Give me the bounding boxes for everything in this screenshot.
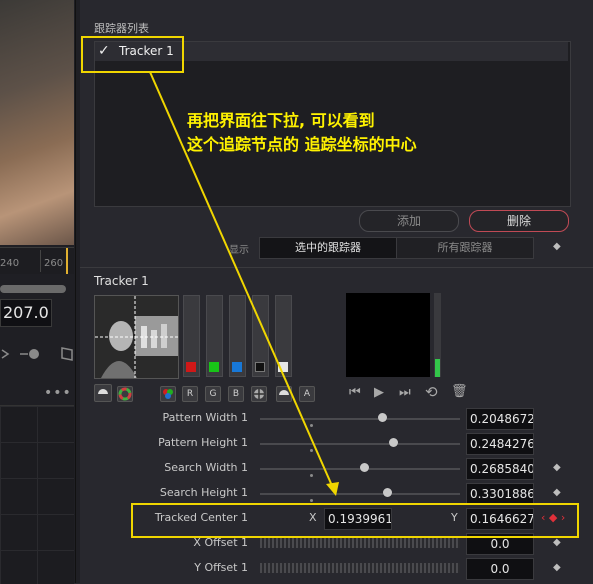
annotation-arrow (149, 71, 339, 496)
annotation-line2: 这个追踪节点的 追踪坐标的中心 (187, 135, 417, 154)
annotation-line1: 再把界面往下拉, 可以看到 (187, 111, 375, 130)
